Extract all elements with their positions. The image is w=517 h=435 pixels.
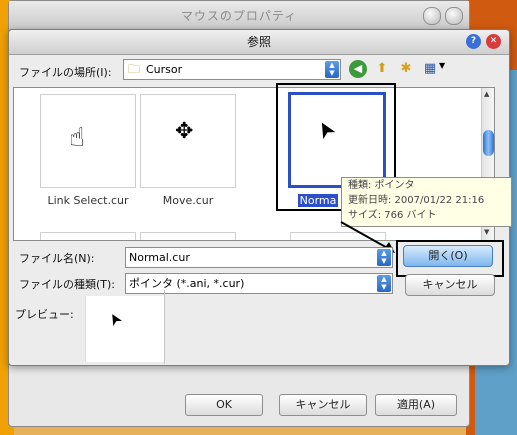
- chevron-down-icon: ▲ ▼: [325, 61, 339, 78]
- filetype-select[interactable]: ポインタ (*.ani, *.cur) ▲ ▼: [125, 273, 393, 294]
- file-thumbnail: ✥: [140, 94, 236, 188]
- window-close-button[interactable]: [445, 7, 463, 25]
- folder-icon: 🗀: [128, 62, 141, 76]
- file-item[interactable]: ☝ Link Select.cur: [40, 94, 136, 207]
- chevron-down-icon: ▲ ▼: [377, 249, 391, 266]
- look-in-label: ファイルの場所(I):: [19, 66, 112, 79]
- preview-arrow-pointer-icon: ➤: [103, 308, 127, 331]
- filetype-label: ファイルの種類(T):: [19, 278, 116, 291]
- chevron-down-icon: ▲ ▼: [377, 275, 391, 292]
- filename-input[interactable]: Normal.cur ▲ ▼: [125, 247, 393, 268]
- window-minimize-button[interactable]: [423, 7, 441, 25]
- tooltip-type: 種類: ポインタ: [348, 180, 415, 191]
- properties-cancel-button[interactable]: キャンセル: [279, 394, 367, 416]
- preview-label: プレビュー:: [15, 308, 74, 321]
- scroll-up-icon[interactable]: ▲: [484, 90, 489, 98]
- preview-pane: ➤: [85, 296, 164, 362]
- file-thumbnail[interactable]: [40, 232, 136, 240]
- cancel-button[interactable]: キャンセル: [405, 274, 495, 296]
- look-in-value: Cursor: [146, 63, 183, 76]
- browse-dialog: 参照 ? ✕ ファイルの場所(I): 🗀 Cursor ▲ ▼ ◀ ⬆ ✱ ▦ ▼…: [8, 29, 512, 366]
- file-caption-text: Link Select.cur: [47, 194, 129, 207]
- view-menu-icon[interactable]: ▦: [421, 60, 439, 78]
- filetype-value: ポインタ (*.ani, *.cur): [129, 277, 245, 290]
- scroll-down-icon[interactable]: ▼: [484, 228, 489, 236]
- file-thumbnail: ☝: [40, 94, 136, 188]
- open-button[interactable]: 開く(O): [403, 245, 493, 267]
- file-item[interactable]: ✥ Move.cur: [140, 94, 236, 207]
- help-icon[interactable]: ?: [466, 34, 481, 49]
- browse-dialog-title: 参照: [9, 30, 509, 55]
- scrollbar-thumb[interactable]: [483, 130, 494, 156]
- mouse-properties-title: マウスのプロパティ: [9, 1, 469, 32]
- view-menu-chevron-icon[interactable]: ▼: [439, 61, 445, 70]
- close-icon[interactable]: ✕: [486, 34, 501, 49]
- move-arrows-icon: ✥: [175, 119, 194, 144]
- up-folder-icon[interactable]: ⬆: [373, 60, 391, 78]
- ok-button[interactable]: OK: [185, 394, 263, 416]
- new-folder-icon[interactable]: ✱: [397, 60, 415, 78]
- tooltip-date: 更新日時: 2007/01/22 21:16: [348, 195, 485, 206]
- file-thumbnail[interactable]: [140, 232, 236, 240]
- divider: [164, 290, 165, 364]
- back-icon[interactable]: ◀: [349, 60, 367, 78]
- filename-label: ファイル名(N):: [19, 252, 95, 265]
- hand-pointer-icon: ☝: [69, 123, 85, 153]
- file-caption-text: Move.cur: [162, 194, 214, 207]
- filename-value: Normal.cur: [129, 251, 190, 264]
- file-caption: Move.cur: [128, 194, 248, 207]
- apply-button[interactable]: 適用(A): [375, 394, 457, 416]
- look-in-combo[interactable]: 🗀 Cursor ▲ ▼: [123, 59, 341, 80]
